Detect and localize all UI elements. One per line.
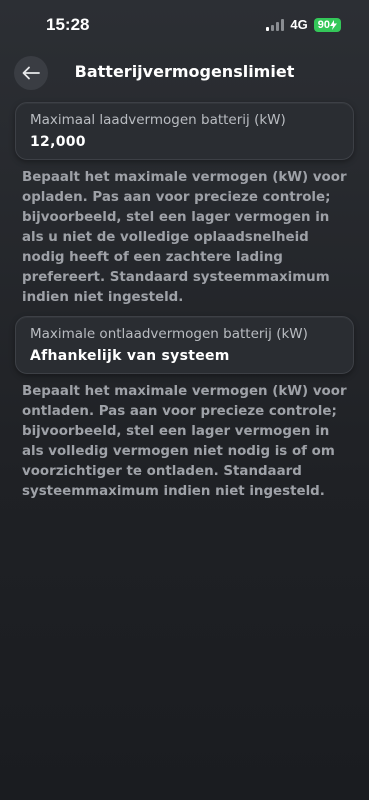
header: Batterijvermogenslimiet	[0, 50, 369, 94]
charge-limit-field[interactable]: Maximaal laadvermogen batterij (kW) 12,0…	[15, 102, 354, 160]
battery-icon: 90	[313, 17, 341, 32]
signal-icon	[266, 18, 285, 31]
discharge-limit-description: Bepaalt het maximale vermogen (kW) voor …	[22, 384, 347, 499]
discharge-limit-label: Maximale ontlaadvermogen batterij (kW)	[30, 326, 308, 342]
status-time: 15:28	[46, 15, 90, 34]
discharge-limit-field[interactable]: Maximale ontlaadvermogen batterij (kW) A…	[15, 316, 354, 374]
charge-limit-label: Maximaal laadvermogen batterij (kW)	[30, 112, 286, 128]
status-bar: 15:28 4G 90	[0, 0, 369, 48]
charge-limit-value[interactable]: 12,000	[30, 134, 339, 150]
status-indicators: 4G 90	[266, 17, 341, 32]
charging-bolt-icon	[330, 19, 337, 30]
battery-level: 90	[317, 18, 330, 31]
page-title: Batterijvermogenslimiet	[74, 62, 295, 81]
network-type: 4G	[290, 17, 308, 32]
discharge-limit-value[interactable]: Afhankelijk van systeem	[30, 348, 339, 364]
charge-limit-description: Bepaalt het maximale vermogen (kW) voor …	[22, 170, 347, 305]
